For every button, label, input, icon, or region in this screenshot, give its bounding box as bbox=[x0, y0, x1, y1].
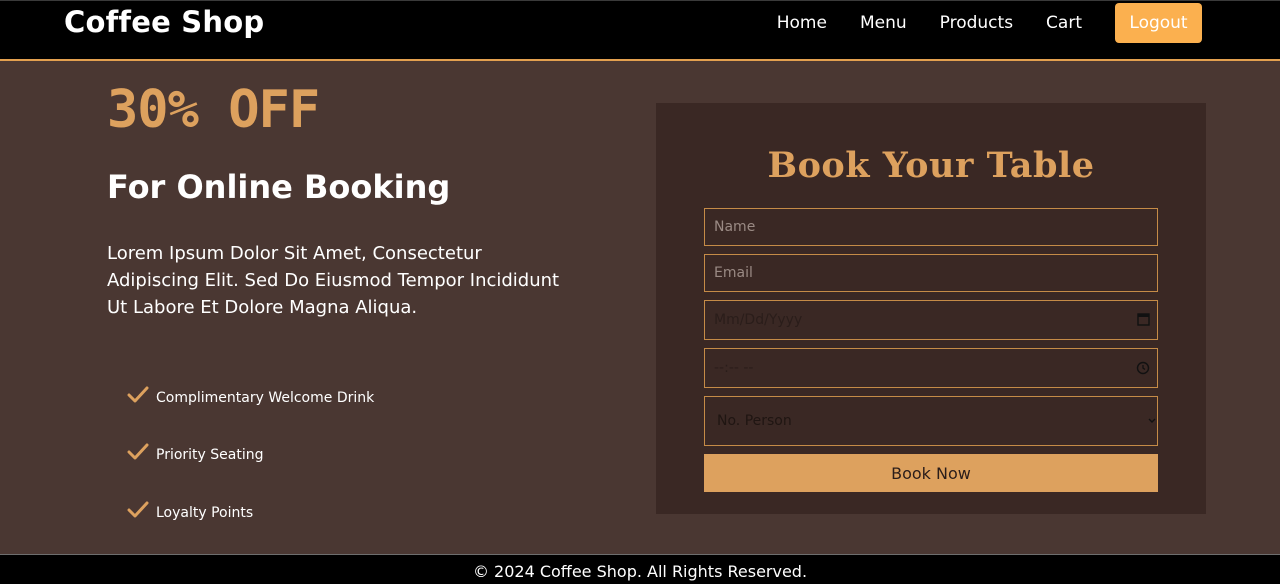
hero-description: Lorem Ipsum Dolor Sit Amet, Consectetur … bbox=[107, 243, 560, 318]
email-placeholder: Email bbox=[714, 265, 753, 281]
date-input[interactable]: Mm/Dd/Yyyy bbox=[704, 300, 1158, 340]
feature-item: Loyalty Points bbox=[127, 481, 374, 539]
copyright-text: © 2024 Coffee Shop. All Rights Reserved. bbox=[472, 562, 808, 581]
logout-button[interactable]: Logout bbox=[1115, 3, 1202, 43]
nav-link-home[interactable]: Home bbox=[777, 13, 827, 33]
feature-list: Complimentary Welcome Drink Priority Sea… bbox=[127, 366, 374, 539]
feature-label: Priority Seating bbox=[156, 447, 264, 464]
nav-link-menu[interactable]: Menu bbox=[860, 13, 907, 33]
email-input[interactable]: Email bbox=[704, 254, 1158, 292]
main-nav: Home Menu Products Cart Logout bbox=[744, 2, 1202, 44]
name-placeholder: Name bbox=[714, 219, 756, 235]
time-placeholder: --:-- -- bbox=[714, 360, 754, 376]
feature-label: Loyalty Points bbox=[156, 504, 254, 521]
top-nav-bar: Coffee Shop Home Menu Products Cart Logo… bbox=[0, 0, 1280, 61]
booking-form-panel: Book Your Table Name Email Mm/Dd/Yyyy --… bbox=[656, 103, 1206, 514]
chevron-down-icon bbox=[1148, 418, 1156, 423]
discount-headline: 30% OFF bbox=[107, 80, 320, 140]
calendar-icon[interactable] bbox=[1129, 313, 1157, 327]
feature-label: Complimentary Welcome Drink bbox=[156, 389, 375, 406]
person-select-value: No. Person bbox=[717, 413, 792, 429]
checkmark-icon bbox=[127, 501, 149, 518]
page-footer: © 2024 Coffee Shop. All Rights Reserved. bbox=[0, 554, 1280, 584]
date-placeholder: Mm/Dd/Yyyy bbox=[714, 312, 803, 328]
feature-item: Complimentary Welcome Drink bbox=[127, 366, 374, 424]
person-count-select[interactable]: No. Person bbox=[704, 396, 1158, 446]
feature-item: Priority Seating bbox=[127, 424, 374, 482]
hero-subheading: For Online Booking bbox=[107, 168, 451, 206]
clock-icon[interactable] bbox=[1129, 361, 1157, 375]
nav-link-products[interactable]: Products bbox=[940, 13, 1013, 33]
nav-link-cart[interactable]: Cart bbox=[1046, 13, 1082, 33]
checkmark-icon bbox=[127, 386, 149, 403]
time-input[interactable]: --:-- -- bbox=[704, 348, 1158, 388]
brand-logo-text[interactable]: Coffee Shop bbox=[64, 5, 264, 39]
checkmark-icon bbox=[127, 443, 149, 460]
name-input[interactable]: Name bbox=[704, 208, 1158, 246]
booking-form-title: Book Your Table bbox=[767, 145, 1095, 186]
book-now-button[interactable]: Book Now bbox=[704, 454, 1158, 492]
